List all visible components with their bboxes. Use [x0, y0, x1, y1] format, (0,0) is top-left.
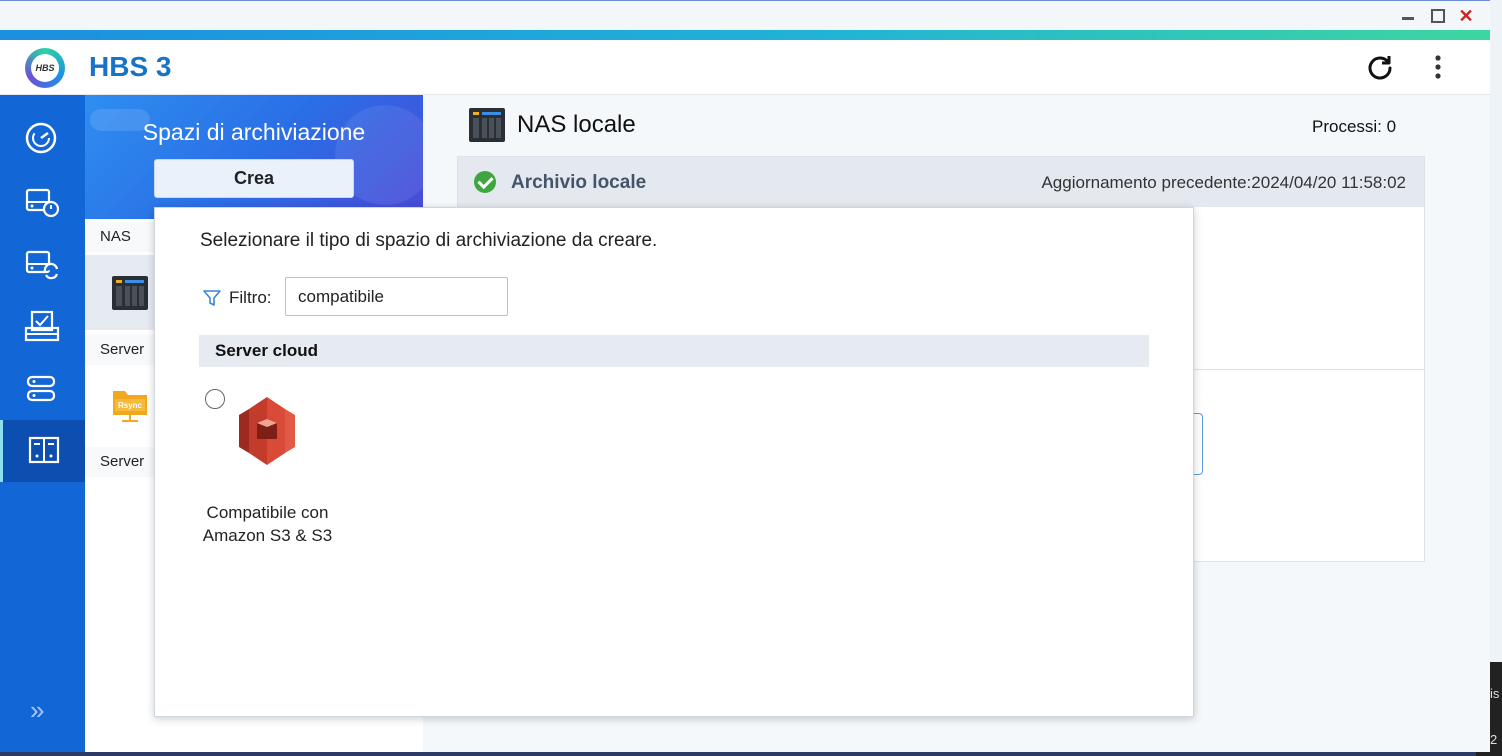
- panel-hero: Spazi di archiviazione Crea: [85, 95, 423, 219]
- rsync-folder-icon: Rsync: [113, 391, 147, 422]
- create-storage-dialog: Selezionare il tipo di spazio di archivi…: [154, 207, 1194, 717]
- nas-device-icon: [112, 276, 148, 310]
- storage-spaces-icon: [28, 436, 60, 464]
- hbs-logo: HBS: [25, 48, 65, 88]
- create-button[interactable]: Crea: [154, 159, 354, 198]
- more-vertical-icon[interactable]: [1426, 53, 1450, 81]
- logo-text: HBS: [31, 54, 59, 82]
- sidebar-item-services[interactable]: [0, 357, 85, 419]
- app-window: ✕ HBS HBS 3 » Spazi di archiviazione Cre…: [0, 0, 1490, 752]
- desktop-edge-text: 2: [1490, 732, 1498, 747]
- dialog-prompt: Selezionare il tipo di spazio di archivi…: [200, 230, 658, 251]
- services-icon: [26, 375, 56, 402]
- refresh-icon[interactable]: [1366, 53, 1394, 81]
- filter-label: Filtro:: [229, 288, 272, 307]
- close-icon[interactable]: ✕: [1456, 6, 1476, 26]
- last-update-text: Aggiornamento precedente:2024/04/20 11:5…: [1041, 173, 1406, 192]
- accent-bar: [0, 30, 1490, 40]
- dashboard-gauge-icon: [25, 122, 57, 154]
- section-cloud-servers: Server cloud: [199, 335, 1149, 367]
- filter-input[interactable]: [285, 277, 508, 316]
- sync-icon: [25, 250, 59, 280]
- option-label-line1: Compatibile con: [206, 503, 329, 522]
- processes-count[interactable]: Processi: 0: [1312, 117, 1396, 137]
- panel-title: Spazi di archiviazione: [142, 119, 366, 145]
- job-tasks-icon: [24, 310, 60, 342]
- option-label[interactable]: Compatibile con Amazon S3 & S3: [190, 501, 345, 547]
- check-circle-icon: [474, 171, 496, 193]
- desktop-background: [1490, 0, 1502, 756]
- option-radio[interactable]: [205, 389, 225, 409]
- sidebar-item-jobs[interactable]: [0, 295, 85, 357]
- app-title: HBS 3: [89, 51, 172, 82]
- backup-restore-icon: [25, 188, 60, 218]
- window-titlebar: ✕: [0, 0, 1490, 30]
- card-header: Archivio locale Aggiornamento precedente…: [458, 157, 1424, 207]
- nas-device-icon: [469, 108, 505, 142]
- sidebar-item-overview[interactable]: [0, 107, 85, 169]
- double-chevron-right-icon[interactable]: »: [30, 695, 44, 726]
- sidebar-item-sync[interactable]: [0, 233, 85, 295]
- sidebar-item-backup[interactable]: [0, 171, 85, 233]
- sidebar-item-storage-spaces[interactable]: [0, 420, 85, 482]
- desktop-edge-text: is: [1490, 686, 1500, 701]
- option-label-line2: Amazon S3 & S3: [202, 526, 333, 545]
- page-title: NAS locale: [517, 111, 636, 138]
- app-header: HBS HBS 3: [0, 40, 1490, 95]
- minimize-icon[interactable]: [1398, 6, 1418, 26]
- card-title: Archivio locale: [511, 172, 647, 193]
- svg-text:Rsync: Rsync: [118, 401, 143, 410]
- amazon-s3-icon[interactable]: [235, 395, 299, 467]
- sidebar: »: [0, 95, 85, 752]
- filter-icon: [203, 290, 221, 306]
- maximize-icon[interactable]: [1428, 6, 1448, 26]
